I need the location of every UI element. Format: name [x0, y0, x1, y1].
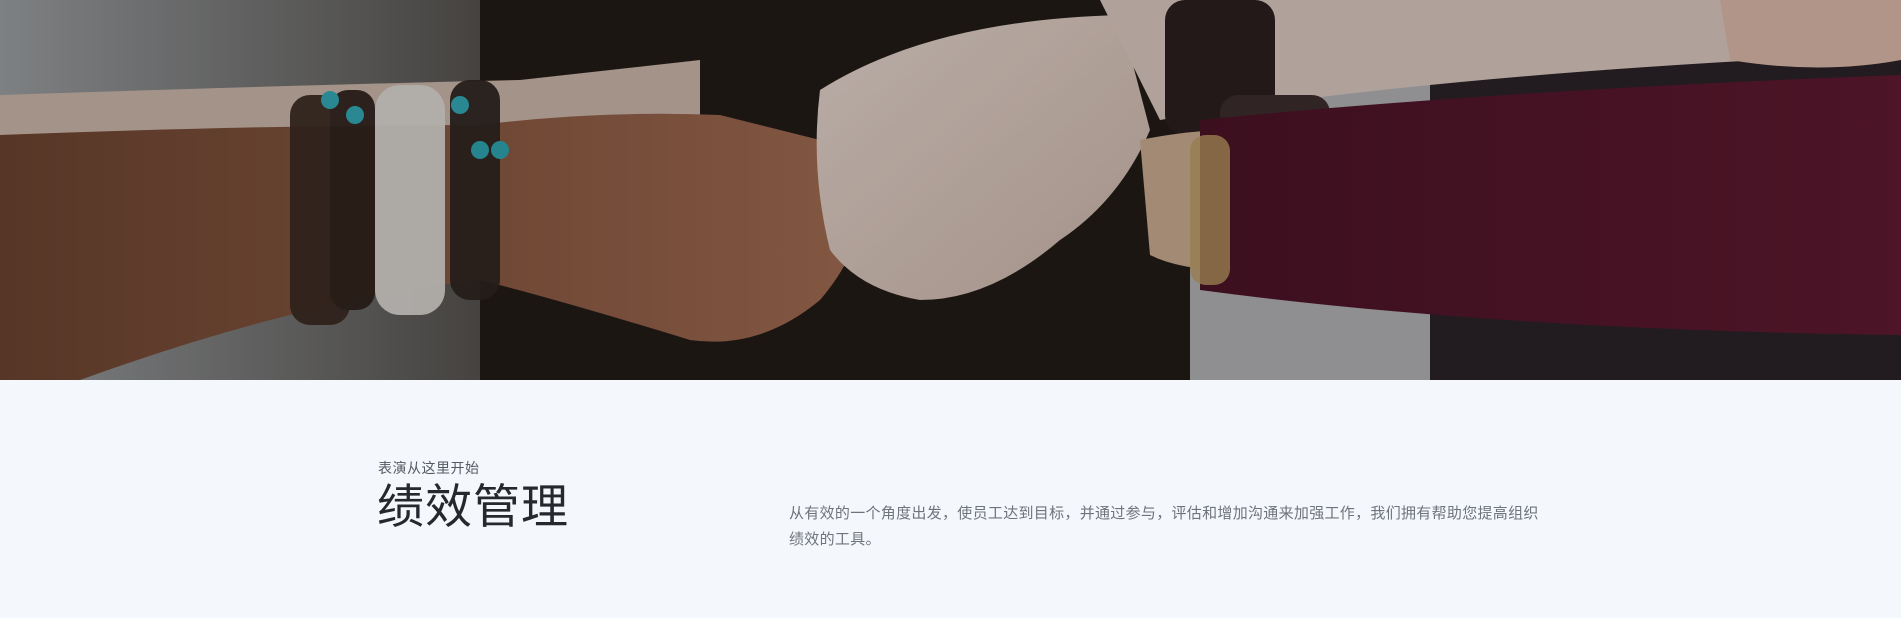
- section-title: 绩效管理: [377, 480, 569, 535]
- hero-photo-illustration: [0, 0, 1901, 380]
- hero-image: [0, 0, 1901, 380]
- section-description: 从有效的一个角度出发，使员工达到目标，并通过参与，评估和增加沟通来加强工作，我们…: [789, 504, 1539, 548]
- performance-section: 表演从这里开始 绩效管理 从有效的一个角度出发，使员工达到目标，并通过参与，评估…: [0, 380, 1901, 618]
- page: 表演从这里开始 绩效管理 从有效的一个角度出发，使员工达到目标，并通过参与，评估…: [0, 0, 1901, 618]
- section-kicker: 表演从这里开始: [378, 461, 480, 477]
